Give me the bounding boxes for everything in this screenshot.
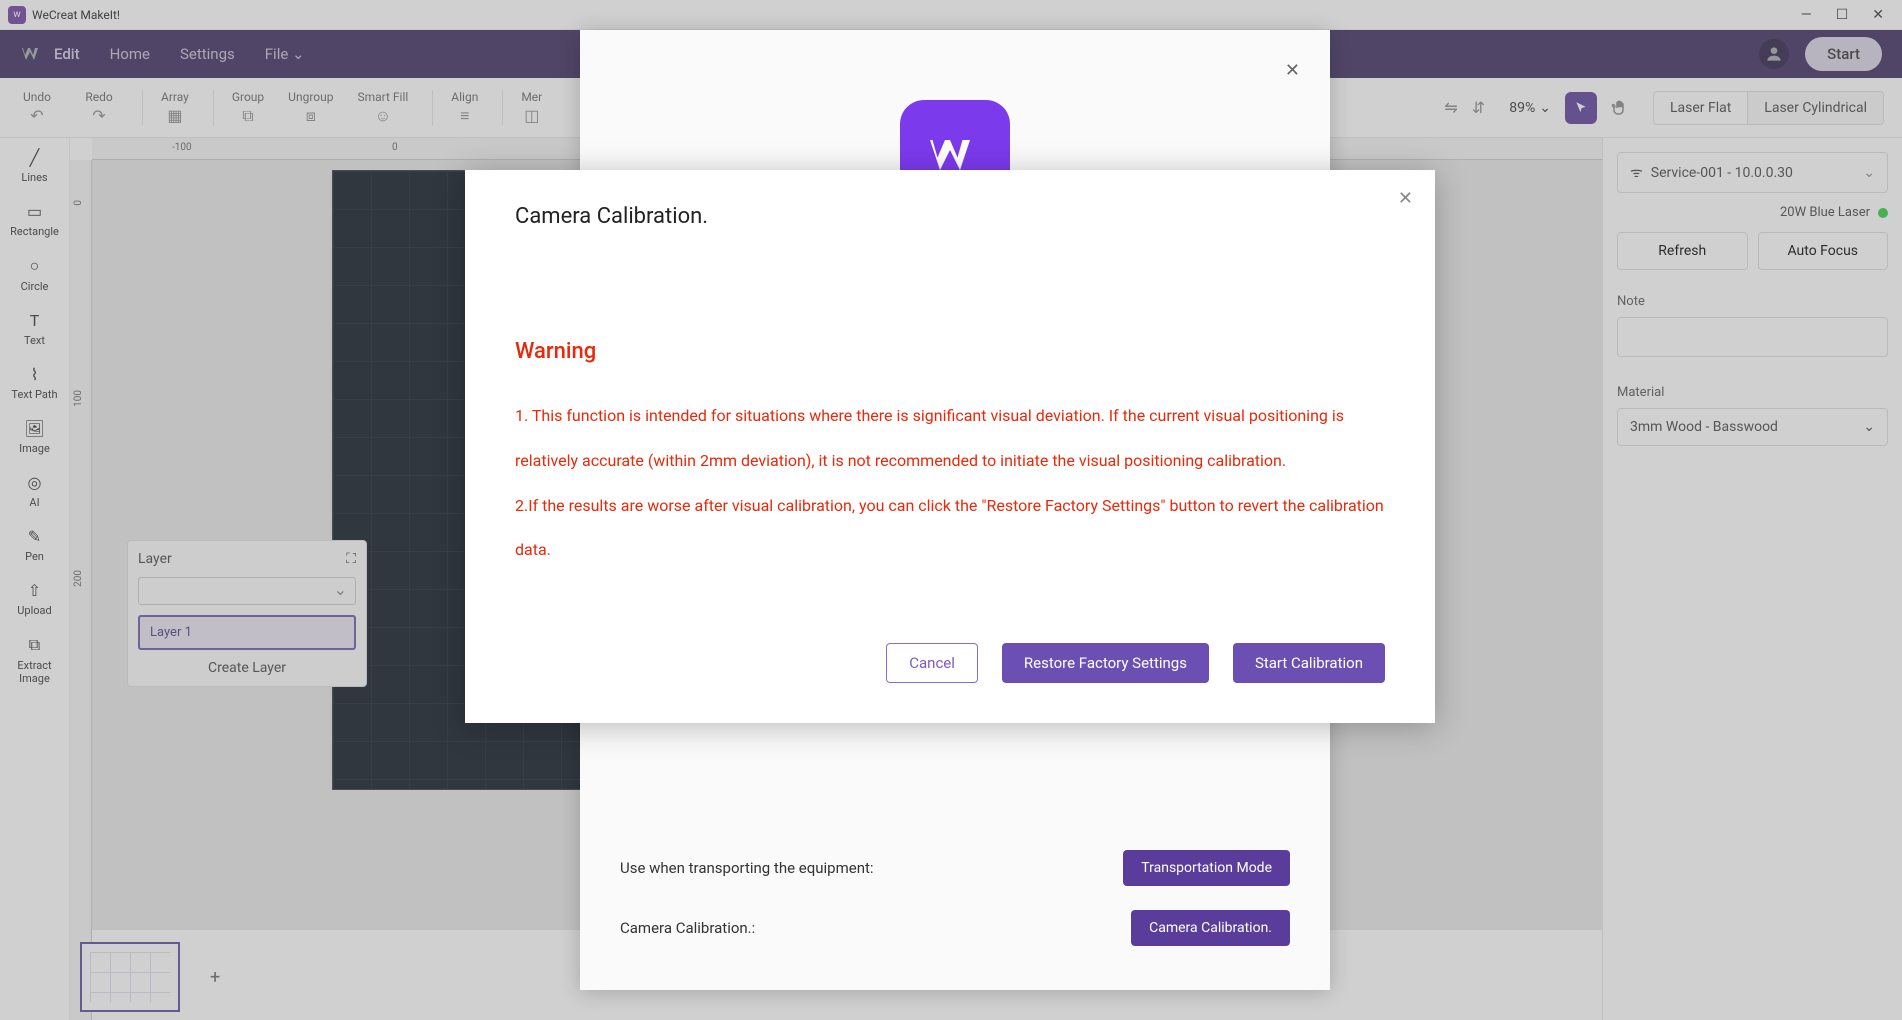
- connection-label: Service-001 - 10.0.0.30: [1651, 165, 1793, 181]
- tool-pen[interactable]: ✎Pen: [5, 527, 65, 563]
- redo-button[interactable]: Redo↷: [80, 90, 118, 125]
- user-avatar[interactable]: [1759, 39, 1789, 69]
- page-thumb-1[interactable]: [80, 942, 180, 1012]
- restore-factory-button[interactable]: Restore Factory Settings: [1002, 643, 1209, 683]
- laser-info: 20W Blue Laser: [1617, 205, 1888, 220]
- start-calibration-button[interactable]: Start Calibration: [1233, 643, 1385, 683]
- merge-button[interactable]: Mer◫: [502, 90, 542, 125]
- refresh-button[interactable]: Refresh: [1617, 232, 1748, 270]
- expand-icon[interactable]: ⛶: [346, 551, 356, 567]
- smart-fill-button[interactable]: Smart Fill☺: [357, 90, 408, 126]
- camera-calibration-dialog: ✕ Camera Calibration. Warning 1. This fu…: [465, 170, 1435, 723]
- merge-icon: ◫: [524, 106, 539, 125]
- chevron-down-icon: ⌄: [1863, 419, 1875, 435]
- add-page-button[interactable]: +: [210, 967, 220, 988]
- flip-h-icon[interactable]: ⇋: [1444, 98, 1457, 117]
- material-select[interactable]: 3mm Wood - Basswood⌄: [1617, 408, 1888, 446]
- transport-label: Use when transporting the equipment:: [620, 859, 874, 877]
- right-panel: ᯤ Service-001 - 10.0.0.30 ⌄ 20W Blue Las…: [1602, 138, 1902, 1020]
- laser-mode-tabs: Laser Flat Laser Cylindrical: [1653, 91, 1884, 125]
- page-thumbnails: +: [80, 942, 220, 1012]
- ai-icon: ◎: [28, 473, 42, 492]
- text-path-icon: ⌇: [31, 365, 39, 384]
- wifi-icon: ᯤ: [1630, 163, 1643, 182]
- layer-panel: Layer ⛶ Layer 1 Create Layer: [127, 540, 367, 687]
- cursor-tool-button[interactable]: [1565, 92, 1597, 124]
- minimize-button[interactable]: —: [1801, 7, 1812, 23]
- tool-rectangle[interactable]: ▭Rectangle: [5, 202, 65, 238]
- group-button[interactable]: Group⧉: [213, 90, 264, 126]
- close-icon[interactable]: ✕: [1285, 60, 1300, 81]
- tool-image[interactable]: 🖼Image: [5, 419, 65, 455]
- tool-text-path[interactable]: ⌇Text Path: [5, 365, 65, 401]
- tab-laser-cylindrical[interactable]: Laser Cylindrical: [1748, 92, 1883, 124]
- extract-icon: ⧉: [29, 635, 40, 655]
- status-dot-icon: [1878, 208, 1888, 218]
- hand-tool-button[interactable]: [1607, 95, 1633, 121]
- array-button[interactable]: Array▦: [142, 90, 189, 125]
- close-window-button[interactable]: ✕: [1872, 7, 1884, 23]
- layer-item-1[interactable]: Layer 1: [138, 615, 356, 650]
- tool-ai[interactable]: ◎AI: [5, 473, 65, 509]
- warning-heading: Warning: [515, 339, 1385, 364]
- start-button[interactable]: Start: [1805, 37, 1882, 71]
- ungroup-button[interactable]: Ungroup⧈: [288, 90, 333, 126]
- layer-panel-title: Layer: [138, 551, 172, 567]
- upload-icon: ⇧: [28, 581, 41, 600]
- note-input[interactable]: [1617, 317, 1888, 357]
- tool-circle[interactable]: ○Circle: [5, 256, 65, 293]
- warning-body: 1. This function is intended for situati…: [515, 394, 1385, 573]
- tool-text[interactable]: TText: [5, 311, 65, 347]
- note-label: Note: [1617, 294, 1888, 309]
- rectangle-icon: ▭: [27, 202, 42, 221]
- redo-icon: ↷: [92, 106, 105, 125]
- tool-lines[interactable]: ╱Lines: [5, 148, 65, 184]
- app-icon: w: [8, 6, 26, 24]
- chevron-down-icon: ⌄: [292, 45, 305, 63]
- close-dialog-icon[interactable]: ✕: [1398, 188, 1413, 209]
- brand-logo-icon: [20, 42, 44, 66]
- ungroup-icon: ⧈: [306, 106, 316, 126]
- app-title: WeCreat MakeIt!: [32, 8, 120, 22]
- image-icon: 🖼: [24, 419, 44, 438]
- menu-home[interactable]: Home: [110, 45, 150, 63]
- auto-focus-button[interactable]: Auto Focus: [1758, 232, 1889, 270]
- dialog-title: Camera Calibration.: [515, 204, 1385, 229]
- circle-icon: ○: [30, 256, 40, 276]
- window-titlebar: w WeCreat MakeIt! — ☐ ✕: [0, 0, 1902, 30]
- tab-laser-flat[interactable]: Laser Flat: [1654, 92, 1748, 124]
- chevron-down-icon: ⌄: [1539, 100, 1551, 116]
- align-button[interactable]: Align≡: [432, 90, 478, 126]
- align-icon: ≡: [460, 106, 469, 126]
- pen-icon: ✎: [28, 527, 41, 546]
- line-icon: ╱: [30, 148, 40, 167]
- menu-settings[interactable]: Settings: [180, 45, 235, 63]
- tool-upload[interactable]: ⇧Upload: [5, 581, 65, 617]
- text-icon: T: [30, 311, 40, 330]
- device-connection[interactable]: ᯤ Service-001 - 10.0.0.30 ⌄: [1617, 152, 1888, 193]
- chevron-down-icon: ⌄: [1863, 165, 1875, 181]
- menu-file[interactable]: File ⌄: [265, 45, 305, 63]
- cancel-button[interactable]: Cancel: [886, 643, 978, 683]
- zoom-control[interactable]: 89%⌄: [1509, 100, 1551, 116]
- camera-calibration-button[interactable]: Camera Calibration.: [1131, 910, 1290, 946]
- group-icon: ⧉: [242, 106, 253, 126]
- undo-button[interactable]: Undo↶: [18, 90, 56, 125]
- camera-calib-label: Camera Calibration.:: [620, 919, 755, 937]
- grid-icon: ▦: [167, 106, 182, 125]
- left-toolbar: ╱Lines ▭Rectangle ○Circle TText ⌇Text Pa…: [0, 138, 70, 1020]
- tool-extract-image[interactable]: ⧉Extract Image: [5, 635, 65, 685]
- menu-edit[interactable]: Edit: [54, 45, 80, 63]
- maximize-button[interactable]: ☐: [1836, 7, 1849, 23]
- layer-select[interactable]: [138, 577, 356, 605]
- ruler-vertical: 0 100 200: [70, 160, 92, 1020]
- person-icon: ☺: [375, 106, 391, 126]
- create-layer-button[interactable]: Create Layer: [138, 660, 356, 676]
- transportation-mode-button[interactable]: Transportation Mode: [1123, 850, 1290, 886]
- material-label: Material: [1617, 385, 1888, 400]
- flip-v-icon[interactable]: ⇵: [1472, 98, 1485, 117]
- undo-icon: ↶: [30, 106, 43, 125]
